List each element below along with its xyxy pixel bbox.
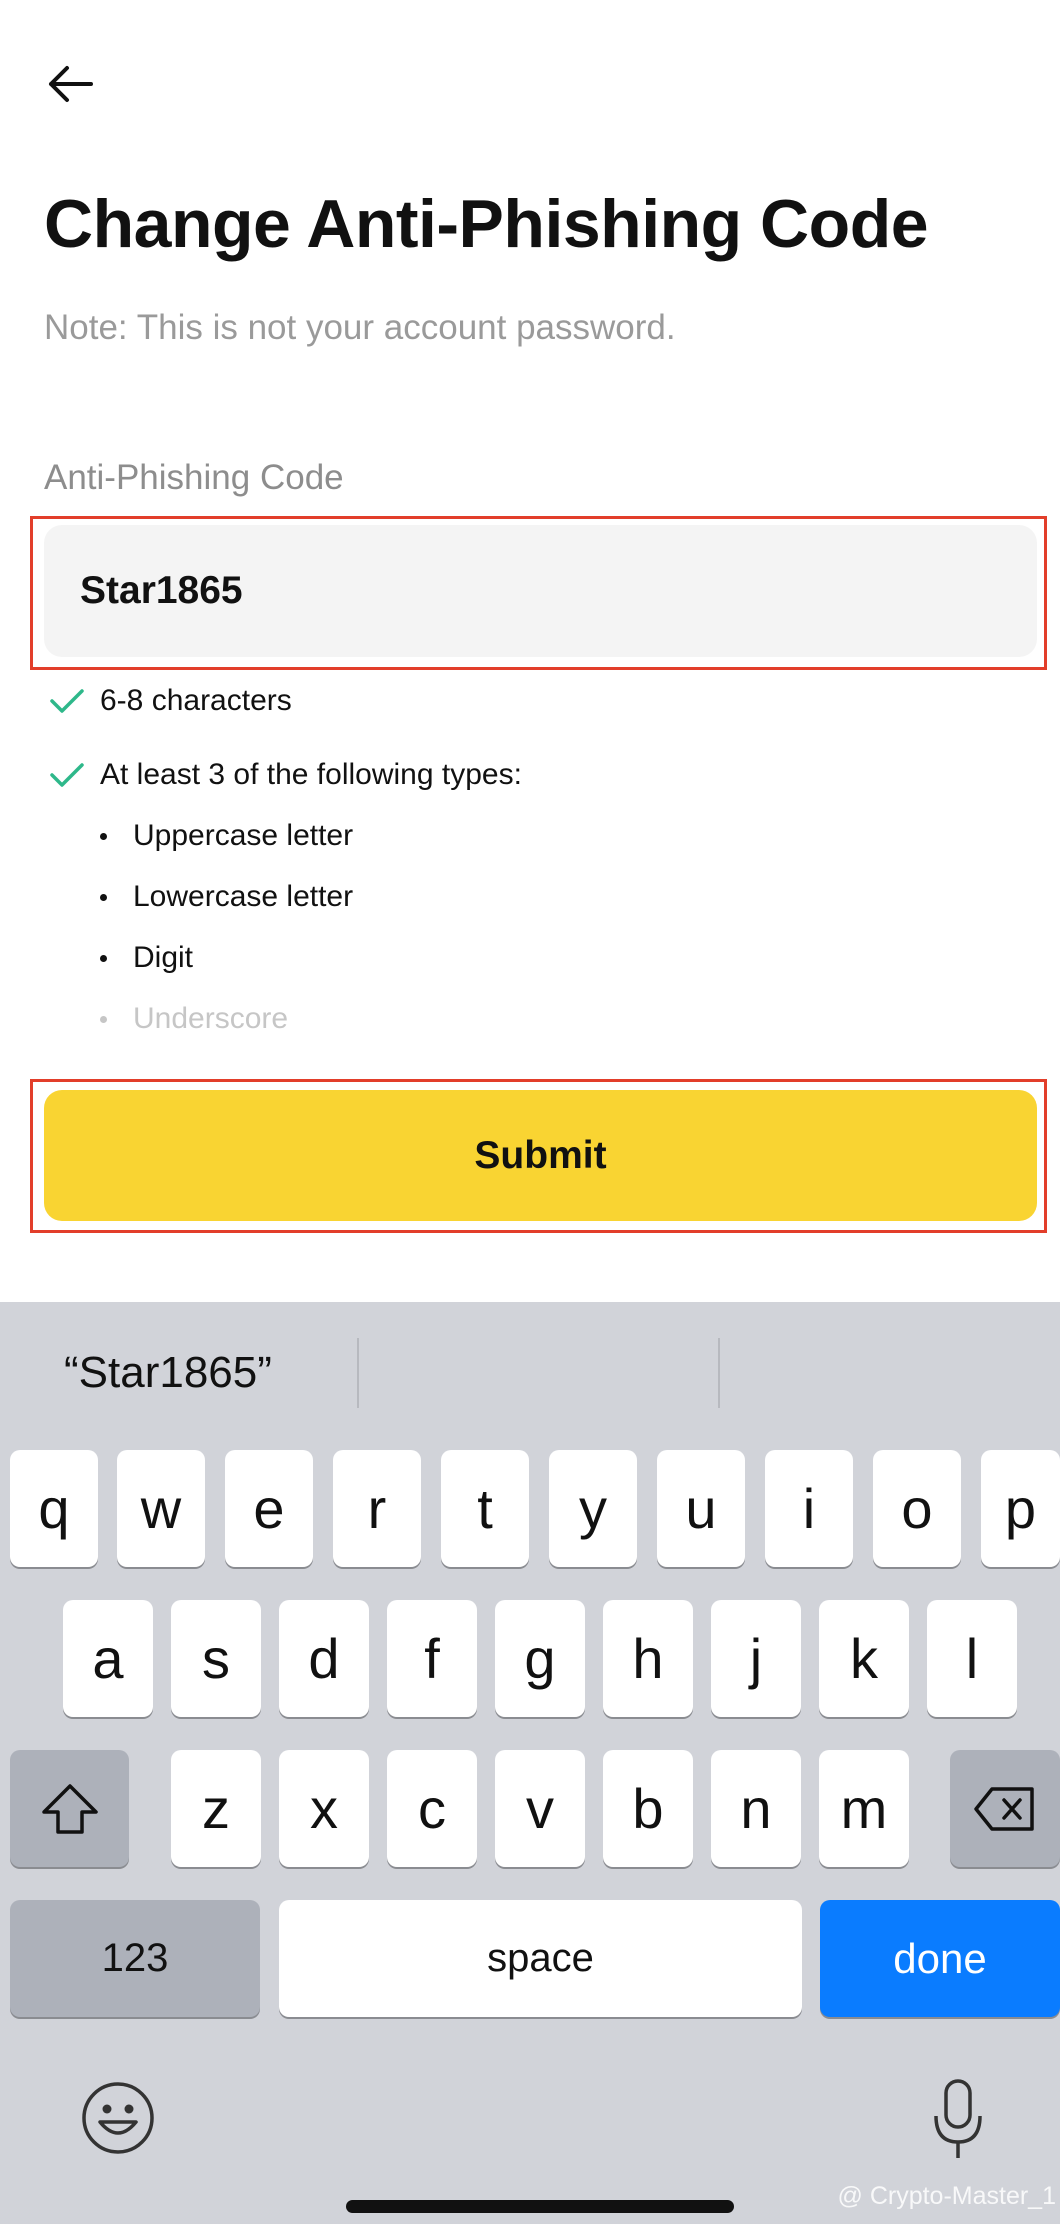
rule-text: 6-8 characters xyxy=(100,684,292,717)
submit-button[interactable]: Submit xyxy=(44,1090,1037,1221)
bullet-dot xyxy=(100,832,107,840)
key-b[interactable]: b xyxy=(603,1750,693,1867)
type-uppercase: Uppercase letter xyxy=(100,819,353,853)
key-w[interactable]: w xyxy=(117,1450,205,1567)
suggestion-divider xyxy=(357,1338,359,1408)
emoji-button[interactable] xyxy=(80,2080,156,2156)
numbers-key[interactable]: 123 xyxy=(10,1900,260,2017)
rule-length: 6-8 characters xyxy=(48,684,292,718)
key-l[interactable]: l xyxy=(927,1600,1017,1717)
done-key[interactable]: done xyxy=(820,1900,1060,2017)
home-indicator xyxy=(346,2200,734,2213)
key-c[interactable]: c xyxy=(387,1750,477,1867)
key-e[interactable]: e xyxy=(225,1450,313,1567)
checkmark-icon xyxy=(50,689,84,713)
type-text: Lowercase letter xyxy=(133,880,354,913)
key-i[interactable]: i xyxy=(765,1450,853,1567)
bullet-dot xyxy=(100,954,107,962)
bullet-dot xyxy=(100,893,107,901)
type-text: Uppercase letter xyxy=(133,819,354,852)
shift-icon xyxy=(41,1783,98,1834)
password-note: Note: This is not your account password. xyxy=(44,308,676,347)
checkmark-icon xyxy=(50,763,84,787)
key-z[interactable]: z xyxy=(171,1750,261,1867)
backspace-icon xyxy=(974,1786,1034,1831)
bullet-dot xyxy=(100,1015,107,1023)
page-title: Change Anti-Phishing Code xyxy=(44,186,929,262)
key-v[interactable]: v xyxy=(495,1750,585,1867)
key-h[interactable]: h xyxy=(603,1600,693,1717)
key-s[interactable]: s xyxy=(171,1600,261,1717)
key-y[interactable]: y xyxy=(549,1450,637,1567)
type-text: Underscore xyxy=(133,1002,289,1035)
key-m[interactable]: m xyxy=(819,1750,909,1867)
rule-types: At least 3 of the following types: xyxy=(48,758,522,792)
on-screen-keyboard: “Star1865” q w e r t y u i o p a s d f g… xyxy=(0,1302,1060,2224)
anti-phishing-code-input[interactable] xyxy=(44,525,1037,657)
type-lowercase: Lowercase letter xyxy=(100,880,353,914)
back-button[interactable] xyxy=(44,58,96,110)
key-u[interactable]: u xyxy=(657,1450,745,1567)
key-x[interactable]: x xyxy=(279,1750,369,1867)
autocorrect-suggestion[interactable]: “Star1865” xyxy=(64,1348,272,1398)
key-j[interactable]: j xyxy=(711,1600,801,1717)
key-g[interactable]: g xyxy=(495,1600,585,1717)
watermark: @ Crypto-Master_1 xyxy=(837,2182,1057,2210)
space-key[interactable]: space xyxy=(279,1900,802,2017)
emoji-icon xyxy=(82,2082,154,2154)
dictation-button[interactable] xyxy=(930,2078,986,2162)
key-r[interactable]: r xyxy=(333,1450,421,1567)
suggestion-divider xyxy=(718,1338,720,1408)
key-f[interactable]: f xyxy=(387,1600,477,1717)
microphone-icon xyxy=(934,2079,982,2158)
code-field-label: Anti-Phishing Code xyxy=(44,458,344,497)
key-t[interactable]: t xyxy=(441,1450,529,1567)
key-a[interactable]: a xyxy=(63,1600,153,1717)
key-q[interactable]: q xyxy=(10,1450,98,1567)
type-underscore: Underscore xyxy=(100,1002,288,1036)
key-p[interactable]: p xyxy=(981,1450,1060,1567)
type-digit: Digit xyxy=(100,941,193,975)
key-d[interactable]: d xyxy=(279,1600,369,1717)
key-n[interactable]: n xyxy=(711,1750,801,1867)
key-o[interactable]: o xyxy=(873,1450,961,1567)
rule-text: At least 3 of the following types: xyxy=(100,758,522,791)
shift-key[interactable] xyxy=(10,1750,129,1867)
backspace-key[interactable] xyxy=(950,1750,1060,1867)
type-text: Digit xyxy=(133,941,194,974)
key-k[interactable]: k xyxy=(819,1600,909,1717)
arrow-left-icon xyxy=(49,66,93,102)
